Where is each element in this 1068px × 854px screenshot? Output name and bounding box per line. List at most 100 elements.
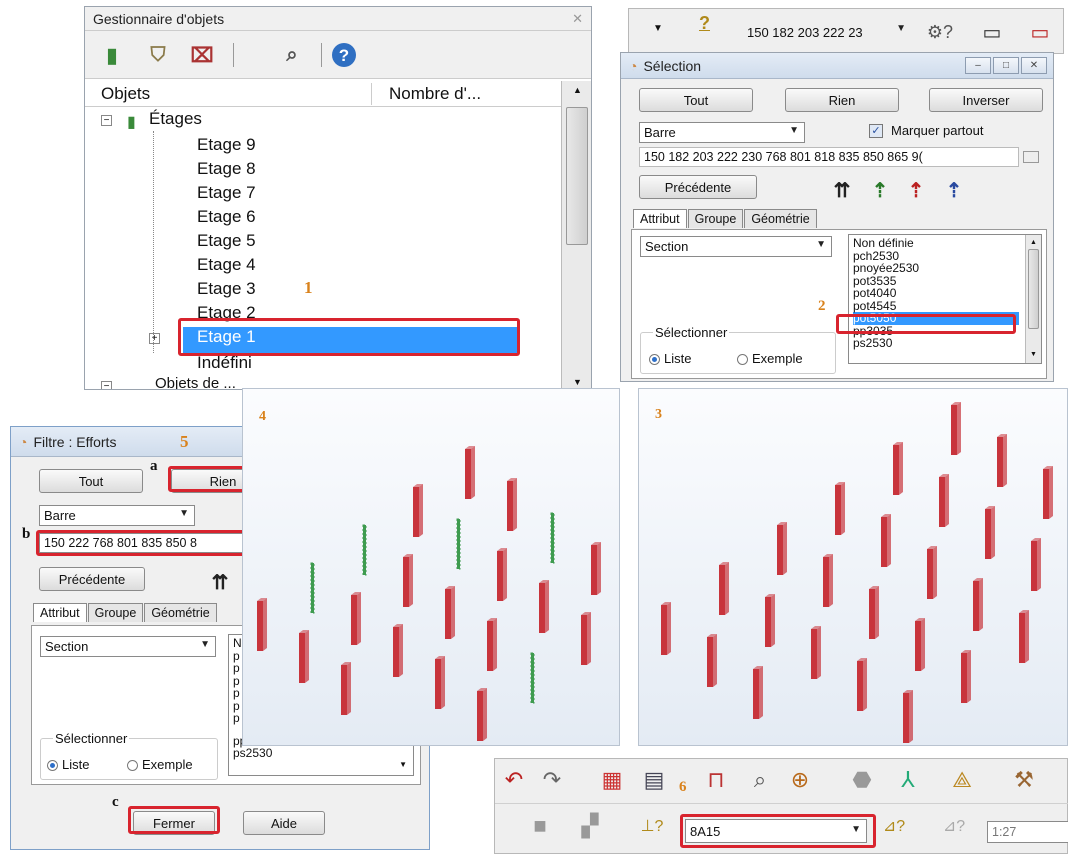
section-listbox[interactable]: Non définie pch2530 pnoyée2530 pot3535 p…	[848, 234, 1042, 364]
grey-block-icon[interactable]: ■	[525, 811, 555, 841]
clear-filter-icon[interactable]: ⌧	[187, 40, 217, 70]
select-all-button[interactable]: Tout	[39, 469, 143, 493]
tab-geometry[interactable]: Géométrie	[144, 603, 217, 622]
radio-example[interactable]: Exemple	[737, 351, 803, 366]
column[interactable]	[857, 658, 867, 711]
column[interactable]	[445, 586, 455, 639]
and-up-icon[interactable]: ⇡	[939, 175, 969, 205]
column[interactable]	[823, 554, 833, 607]
column[interactable]	[893, 442, 903, 495]
tab-group[interactable]: Groupe	[87, 603, 144, 622]
column[interactable]	[351, 592, 361, 645]
list-item[interactable]: pot4040	[853, 287, 1037, 300]
close-icon[interactable]: ✕	[572, 11, 583, 27]
select-none-button[interactable]: Rien	[785, 88, 899, 112]
scroll-up-icon[interactable]: ▲	[573, 85, 582, 95]
add-up-icon[interactable]: ⇡	[865, 175, 895, 205]
tree-item-floor-7[interactable]: Etage 7	[197, 183, 256, 203]
search-icon[interactable]: ⌕	[277, 40, 307, 70]
tree-item-floor-3[interactable]: Etage 3	[197, 279, 256, 299]
zoom-extents-icon[interactable]: ⊕	[785, 765, 815, 795]
view-icon[interactable]: ⬣	[847, 765, 877, 795]
column[interactable]	[661, 602, 671, 655]
list-item[interactable]: ps2530	[853, 337, 1037, 350]
column[interactable]	[393, 624, 403, 677]
column[interactable]	[477, 688, 487, 741]
grey-blocks-icon[interactable]: ▞	[575, 811, 605, 841]
load-disabled-icon[interactable]: ⊿?	[939, 811, 969, 841]
scroll-thumb[interactable]	[566, 107, 588, 245]
column[interactable]	[869, 586, 879, 639]
column[interactable]	[539, 580, 549, 633]
column[interactable]	[497, 548, 507, 601]
scroll-thumb[interactable]	[1028, 249, 1039, 329]
column[interactable]	[487, 618, 497, 671]
column[interactable]	[939, 474, 949, 527]
support-icon[interactable]: ⅄	[893, 765, 923, 795]
column[interactable]	[903, 690, 913, 743]
column-green[interactable]	[456, 518, 461, 570]
column[interactable]	[961, 650, 971, 703]
load-diagram-icon[interactable]: ⊿?	[879, 811, 909, 841]
help-button[interactable]: Aide	[243, 811, 325, 835]
tree-scrollbar[interactable]: ▲ ▼	[561, 81, 591, 389]
column[interactable]	[591, 542, 601, 595]
maximize-icon[interactable]: □	[993, 57, 1019, 74]
column[interactable]	[435, 656, 445, 709]
column[interactable]	[973, 578, 983, 631]
tree-item-objects[interactable]: Objets de ...	[155, 375, 236, 389]
select-all-button[interactable]: Tout	[639, 88, 753, 112]
zoom-icon[interactable]: ⌕	[745, 765, 775, 795]
column[interactable]	[951, 402, 961, 455]
remove-up-icon[interactable]: ⇡	[901, 175, 931, 205]
load-case-icon[interactable]: ⊥?	[637, 811, 667, 841]
list-item[interactable]: ps2530	[233, 747, 409, 760]
expand-icon[interactable]: +	[149, 333, 160, 344]
column-green[interactable]	[362, 524, 367, 576]
tab-geometry[interactable]: Géométrie	[744, 209, 817, 228]
collapse-icon[interactable]: −	[101, 115, 112, 126]
floor-flag-icon[interactable]: ▮	[97, 40, 127, 70]
attribute-combo[interactable]: Section ▼	[40, 636, 216, 657]
object-type-combo[interactable]: Barre ▼	[639, 122, 805, 143]
column[interactable]	[403, 554, 413, 607]
column[interactable]	[915, 618, 925, 671]
tree-item-floor-4[interactable]: Etage 4	[197, 255, 256, 275]
tab-attribute[interactable]: Attribut	[633, 209, 687, 228]
arrows-up-icon[interactable]: ⇈	[205, 567, 235, 597]
column-green[interactable]	[310, 562, 315, 614]
column[interactable]	[507, 478, 517, 531]
display-2-icon[interactable]: ▭	[1025, 17, 1055, 47]
column[interactable]	[1031, 538, 1041, 591]
collapse-icon[interactable]: −	[101, 381, 112, 389]
column-green[interactable]	[550, 512, 555, 564]
structure-view-3[interactable]: 3	[638, 388, 1068, 746]
radio-list[interactable]: Liste	[649, 351, 691, 366]
tab-attribute[interactable]: Attribut	[33, 603, 87, 622]
column[interactable]	[1043, 466, 1053, 519]
display-icon[interactable]: ▭	[977, 17, 1007, 47]
previous-button[interactable]: Précédente	[39, 567, 145, 591]
column-objects[interactable]: Objets	[101, 84, 150, 104]
listbox-scrollbar[interactable]: ▲ ▼	[1025, 235, 1041, 363]
tree-item-undefined[interactable]: Indéfini	[197, 353, 252, 373]
field-expand-icon[interactable]	[1023, 151, 1039, 163]
list-item[interactable]: Non définie	[853, 237, 1037, 250]
object-type-combo[interactable]: Barre ▼	[39, 505, 195, 526]
column-green[interactable]	[530, 652, 535, 704]
column[interactable]	[985, 506, 995, 559]
column[interactable]	[811, 626, 821, 679]
column[interactable]	[257, 598, 267, 651]
arrows-up-icon[interactable]: ⇈	[827, 175, 857, 205]
selection-combo[interactable]: 150 182 203 222 23 ▼	[743, 21, 911, 43]
column[interactable]	[927, 546, 937, 599]
calculator-icon[interactable]: ▦	[597, 765, 627, 795]
selection-text-field[interactable]: 150 182 203 222 230 768 801 818 835 850 …	[639, 147, 1019, 167]
filter-icon[interactable]: ⛉	[143, 40, 173, 70]
zoom-field[interactable]: 1:27	[987, 821, 1068, 843]
column[interactable]	[997, 434, 1007, 487]
chevron-down-icon[interactable]: ▼	[399, 759, 407, 772]
column[interactable]	[341, 662, 351, 715]
scroll-up-icon[interactable]: ▲	[1030, 237, 1037, 250]
previous-button[interactable]: Précédente	[639, 175, 757, 199]
